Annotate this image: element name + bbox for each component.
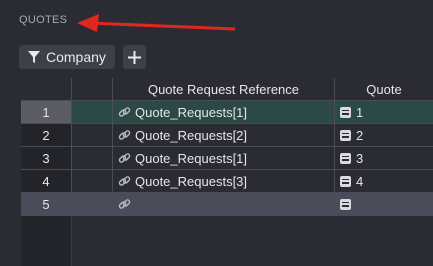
- quote-text: 4: [356, 173, 364, 189]
- row-marker-cell: [72, 170, 113, 193]
- row-number[interactable]: 3: [21, 147, 72, 170]
- reference-cell[interactable]: [113, 193, 335, 216]
- row-marker-cell: [72, 101, 113, 124]
- quote-cell[interactable]: 2: [335, 124, 433, 147]
- add-filter-button[interactable]: [122, 45, 146, 69]
- red-arrow-annotation: [77, 14, 236, 32]
- equals-icon: [340, 198, 351, 210]
- link-icon: [118, 175, 131, 186]
- reference-cell[interactable]: Quote_Requests[1]: [113, 101, 335, 124]
- section-title: QUOTES: [19, 14, 68, 26]
- reference-cell[interactable]: Quote_Requests[2]: [113, 124, 335, 147]
- quote-text: 2: [356, 127, 364, 143]
- reference-cell[interactable]: Quote_Requests[1]: [113, 147, 335, 170]
- company-filter-button[interactable]: Company: [19, 45, 115, 69]
- reference-text: Quote_Requests[1]: [135, 104, 248, 120]
- quote-cell[interactable]: 1: [335, 101, 433, 124]
- row-marker-cell: [72, 124, 113, 147]
- reference-text: Quote_Requests[3]: [135, 173, 248, 189]
- equals-icon: [340, 152, 351, 164]
- row-marker-cell: [72, 193, 113, 216]
- row-number[interactable]: 1: [21, 101, 72, 124]
- data-grid: Quote Request Reference Quote 1 Quote_Re…: [19, 78, 433, 266]
- reference-cell[interactable]: Quote_Requests[3]: [113, 170, 335, 193]
- row-number[interactable]: 4: [21, 170, 72, 193]
- row-number[interactable]: 2: [21, 124, 72, 147]
- quote-cell[interactable]: 3: [335, 147, 433, 170]
- plus-icon: [127, 50, 141, 64]
- reference-text: Quote_Requests[1]: [135, 150, 248, 166]
- link-icon: [118, 106, 131, 117]
- link-icon: [118, 152, 131, 163]
- equals-icon: [340, 106, 351, 118]
- row-marker-header: [72, 78, 113, 101]
- quote-text: 3: [356, 150, 364, 166]
- reference-text: Quote_Requests[2]: [135, 127, 248, 143]
- corner-header: [21, 78, 72, 101]
- column-header-quote[interactable]: Quote: [335, 78, 433, 101]
- column-header-reference[interactable]: Quote Request Reference: [113, 78, 335, 101]
- link-icon: [118, 198, 131, 209]
- equals-icon: [340, 129, 351, 141]
- filter-icon: [28, 51, 40, 63]
- company-filter-label: Company: [46, 49, 106, 65]
- row-marker-cell: [72, 147, 113, 170]
- row-number[interactable]: 5: [21, 193, 72, 216]
- quote-cell[interactable]: 4: [335, 170, 433, 193]
- quote-text: 1: [356, 104, 364, 120]
- quote-cell[interactable]: [335, 193, 433, 216]
- equals-icon: [340, 175, 351, 187]
- link-icon: [118, 129, 131, 140]
